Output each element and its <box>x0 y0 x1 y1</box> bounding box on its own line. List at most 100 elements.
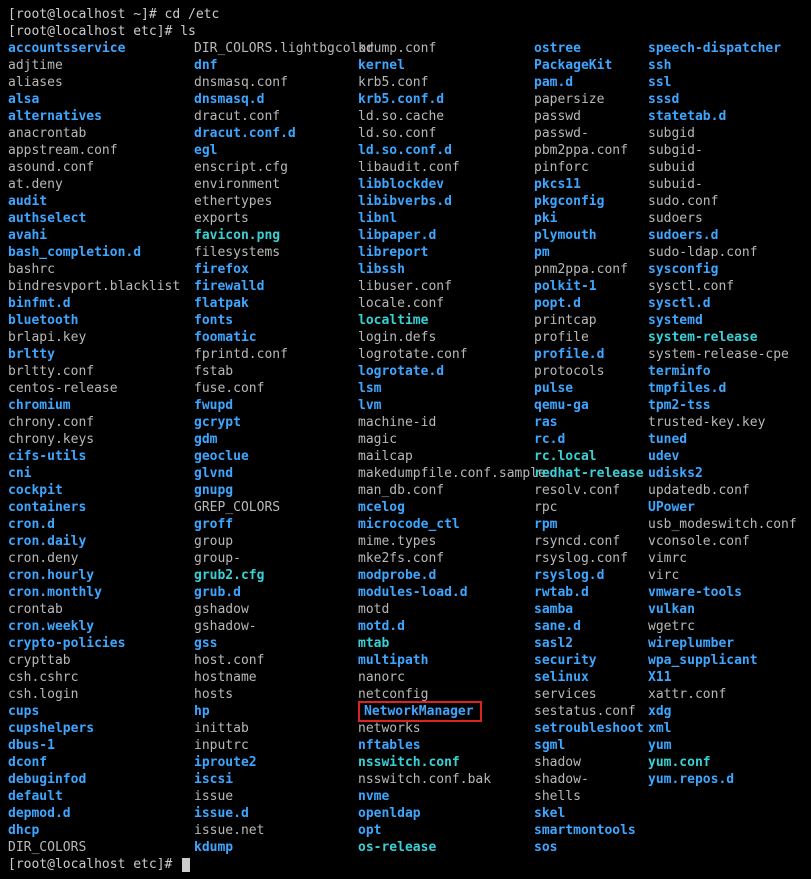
file-name: cron.deny <box>8 551 78 566</box>
directory-name: cron.monthly <box>8 585 102 600</box>
symlink-name: nsswitch.conf <box>358 755 460 770</box>
directory-name: selinux <box>534 670 589 685</box>
ls-entry: alternatives <box>8 108 194 125</box>
directory-name: chromium <box>8 398 71 413</box>
ls-entry: ethertypes <box>194 193 358 210</box>
ls-entry: gnupg <box>194 482 358 499</box>
file-name: shadow <box>534 755 581 770</box>
ls-entry: libibverbs.d <box>358 193 534 210</box>
prompt-prefix: [root@localhost etc]# <box>8 857 180 872</box>
file-name: chrony.conf <box>8 415 94 430</box>
ls-entry: xml <box>648 720 797 737</box>
ls-entry: GREP_COLORS <box>194 499 358 516</box>
directory-name: samba <box>534 602 573 617</box>
directory-name: cron.hourly <box>8 568 94 583</box>
directory-name: sudoers.d <box>648 228 718 243</box>
ls-entry: pkgconfig <box>534 193 648 210</box>
ls-entry: iscsi <box>194 771 358 788</box>
file-name: ethertypes <box>194 194 272 209</box>
ls-entry: hosts <box>194 686 358 703</box>
ls-entry: tpm2-tss <box>648 397 797 414</box>
ls-entry: bashrc <box>8 261 194 278</box>
ls-entry: subuid- <box>648 176 797 193</box>
file-name: machine-id <box>358 415 436 430</box>
ls-entry: group <box>194 533 358 550</box>
ls-entry: cron.daily <box>8 533 194 550</box>
file-name: sestatus.conf <box>534 704 636 719</box>
ls-entry: nsswitch.conf.bak <box>358 771 534 788</box>
symlink-name: rc.local <box>534 449 597 464</box>
ls-entry: sudoers.d <box>648 227 797 244</box>
directory-name: bash_completion.d <box>8 245 141 260</box>
directory-name: libreport <box>358 245 428 260</box>
file-name: nsswitch.conf.bak <box>358 772 491 787</box>
file-name: brltty.conf <box>8 364 94 379</box>
ls-entry: firewalld <box>194 278 358 295</box>
ls-entry: wpa_supplicant <box>648 652 797 669</box>
file-name: ld.so.conf <box>358 126 436 141</box>
directory-name: udev <box>648 449 679 464</box>
ls-entry: modprobe.d <box>358 567 534 584</box>
ls-entry: man_db.conf <box>358 482 534 499</box>
ls-entry: dconf <box>8 754 194 771</box>
directory-name: modules-load.d <box>358 585 468 600</box>
directory-name: yum.repos.d <box>648 772 734 787</box>
symlink-name: redhat-release <box>534 466 644 481</box>
directory-name: xml <box>648 721 671 736</box>
directory-name: rwtab.d <box>534 585 589 600</box>
ls-entry: csh.login <box>8 686 194 703</box>
ls-entry: localtime <box>358 312 534 329</box>
directory-name: brltty <box>8 347 55 362</box>
directory-name: containers <box>8 500 86 515</box>
command-ls: ls <box>180 24 196 39</box>
directory-name: geoclue <box>194 449 249 464</box>
directory-name: pm <box>534 245 550 260</box>
ls-entry: shells <box>534 788 648 805</box>
ls-entry: PackageKit <box>534 57 648 74</box>
file-name: subuid- <box>648 177 703 192</box>
file-name: rsyslog.conf <box>534 551 628 566</box>
directory-name: logrotate.d <box>358 364 444 379</box>
ls-entry: depmod.d <box>8 805 194 822</box>
ls-entry: gshadow- <box>194 618 358 635</box>
ls-entry: vimrc <box>648 550 797 567</box>
ls-entry: login.defs <box>358 329 534 346</box>
ls-entry: setroubleshoot <box>534 720 648 737</box>
ls-entry: group- <box>194 550 358 567</box>
ls-entry: dnsmasq.conf <box>194 74 358 91</box>
ls-entry: UPower <box>648 499 797 516</box>
directory-name: firewalld <box>194 279 264 294</box>
directory-name: multipath <box>358 653 428 668</box>
file-name: mke2fs.conf <box>358 551 444 566</box>
ls-entry: accountsservice <box>8 40 194 57</box>
ls-entry: libssh <box>358 261 534 278</box>
ls-entry: asound.conf <box>8 159 194 176</box>
directory-name: modprobe.d <box>358 568 436 583</box>
file-name: inputrc <box>194 738 249 753</box>
prompt-line-3[interactable]: [root@localhost etc]# <box>8 856 803 873</box>
file-name: bashrc <box>8 262 55 277</box>
directory-name: xdg <box>648 704 671 719</box>
file-name: subgid <box>648 126 695 141</box>
file-name: enscript.cfg <box>194 160 288 175</box>
ls-entry: lsm <box>358 380 534 397</box>
cursor-icon <box>182 858 190 872</box>
ls-entry: cockpit <box>8 482 194 499</box>
ls-entry: vconsole.conf <box>648 533 797 550</box>
directory-name: glvnd <box>194 466 233 481</box>
ls-entry: ostree <box>534 40 648 57</box>
file-name: host.conf <box>194 653 264 668</box>
ls-entry: dracut.conf <box>194 108 358 125</box>
directory-name: avahi <box>8 228 47 243</box>
directory-name: popt.d <box>534 296 581 311</box>
directory-name: flatpak <box>194 296 249 311</box>
file-name: environment <box>194 177 280 192</box>
ls-entry: audit <box>8 193 194 210</box>
file-name: system-release-cpe <box>648 347 789 362</box>
directory-name: cups <box>8 704 39 719</box>
ls-entry: lvm <box>358 397 534 414</box>
ls-entry: glvnd <box>194 465 358 482</box>
ls-entry: pinforc <box>534 159 648 176</box>
directory-name: yum <box>648 738 671 753</box>
ls-entry: system-release <box>648 329 797 346</box>
